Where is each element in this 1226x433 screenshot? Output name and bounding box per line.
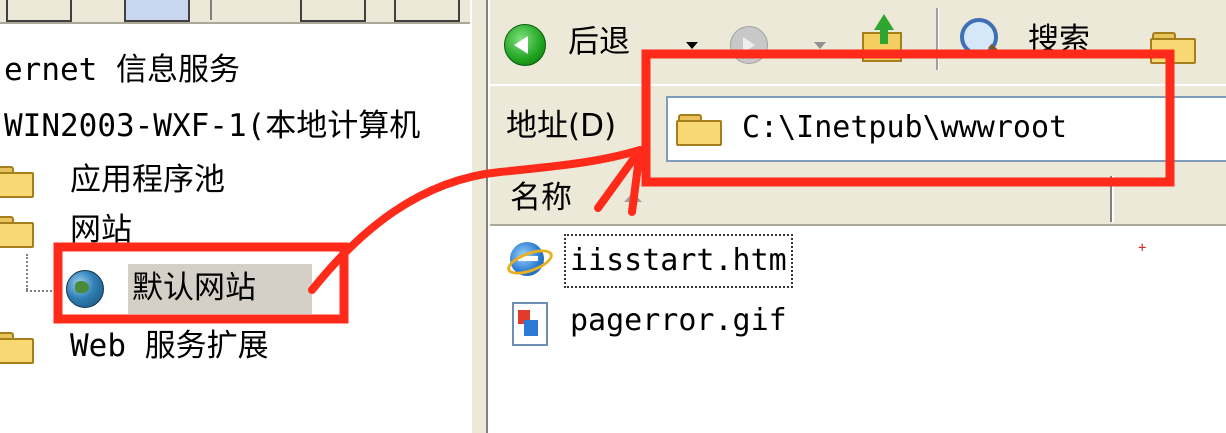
column-divider[interactable] (1110, 176, 1114, 222)
sort-ascending-icon (624, 192, 642, 202)
tree-item-default-website[interactable]: 默认网站 (64, 266, 324, 310)
tree-item-websites[interactable]: 网站 (0, 208, 300, 252)
mmc-toolbar (0, 0, 470, 24)
file-name: iisstart.htm (564, 234, 793, 288)
file-list-header: 名称 (490, 172, 1226, 226)
search-icon[interactable] (960, 18, 998, 56)
folder-icon (0, 216, 34, 248)
file-list: iisstart.htm pagerror.gif (490, 226, 1116, 433)
back-button-label[interactable]: 后退 (568, 22, 630, 62)
tree-item-label: Web 服务扩展 (70, 328, 269, 364)
folder-icon (676, 114, 722, 146)
toolbar-button[interactable] (6, 0, 72, 22)
tree-item-web-service-extensions[interactable]: Web 服务扩展 (0, 324, 340, 368)
tree-item-label: 应用程序池 (70, 162, 225, 198)
column-header-name[interactable]: 名称 (510, 178, 572, 218)
address-bar: 地址(D) C:\Inetpub\wwwroot (490, 84, 1226, 172)
toolbar-button[interactable] (394, 0, 460, 22)
forward-dropdown-icon[interactable] (814, 42, 826, 49)
tree-connector-line (26, 254, 30, 290)
toolbar-separator (936, 8, 939, 70)
tree-item-label: WIN2003-WXF-1(本地计算机 (4, 108, 421, 144)
back-arrow-icon[interactable] (504, 24, 546, 66)
folders-icon[interactable] (1150, 32, 1196, 64)
ie-document-icon (504, 242, 556, 280)
explorer-pane: 后退 搜索 地址(D) C:\Inetpub\wwwroot 名称 iissta… (490, 0, 1226, 433)
gif-image-icon (512, 302, 548, 346)
address-value: C:\Inetpub\wwwroot (742, 110, 1068, 145)
tree-item-label: 网站 (70, 212, 132, 248)
search-button-label[interactable]: 搜索 (1028, 20, 1090, 60)
pane-splitter[interactable] (470, 0, 488, 433)
tree-item-computer[interactable]: WIN2003-WXF-1(本地计算机 (4, 104, 420, 148)
up-folder-icon[interactable] (862, 14, 902, 64)
forward-arrow-icon[interactable] (730, 26, 768, 64)
globe-icon (66, 270, 104, 308)
folder-icon (0, 166, 34, 198)
cursor-dot: + (1138, 240, 1147, 256)
tree-item-app-pools[interactable]: 应用程序池 (0, 158, 300, 202)
toolbar-separator (210, 0, 212, 20)
explorer-toolbar: 后退 搜索 (490, 0, 1226, 84)
tree-item-label: ernet 信息服务 (4, 52, 240, 88)
back-dropdown-icon[interactable] (686, 42, 698, 49)
tree-connector-line (26, 290, 60, 294)
tree-item-iis-root[interactable]: ernet 信息服务 (4, 48, 240, 92)
address-input[interactable]: C:\Inetpub\wwwroot (666, 96, 1226, 162)
file-name: pagerror.gif (570, 303, 787, 338)
file-list-empty-area (1116, 226, 1226, 433)
address-label: 地址(D) (506, 108, 617, 144)
folder-icon (0, 332, 34, 364)
toolbar-button[interactable] (300, 0, 366, 22)
toolbar-button-pressed[interactable] (124, 0, 190, 22)
tree-item-label: 默认网站 (132, 270, 256, 306)
iis-tree-pane: ernet 信息服务 WIN2003-WXF-1(本地计算机 应用程序池 网站 … (0, 0, 470, 433)
